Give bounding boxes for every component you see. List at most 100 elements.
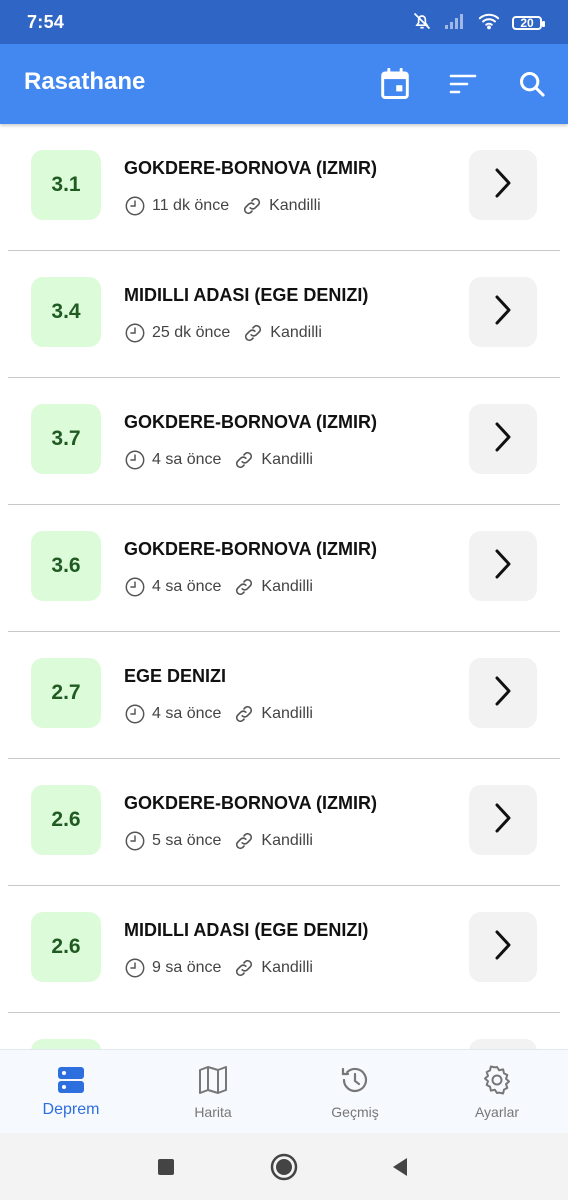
sort-icon[interactable] [445,66,481,102]
gear-icon [481,1064,513,1096]
location-name: GOKDERE-BORNOVA (IZMIR) [124,539,377,559]
app-title: Rasathane [24,68,146,95]
list-item[interactable]: 2.6 GOKDERE-BORNOVA (IZMIR) 5 sa önce Ka… [8,759,560,886]
chevron-right-icon [492,802,514,839]
list-item[interactable]: 3.6 GOKDERE-BORNOVA (IZMIR) 4 sa önce Ka… [8,505,560,632]
chevron-right-icon [492,167,514,204]
chevron-right-icon [492,294,514,331]
time-ago: 11 dk önce [152,197,230,214]
nav-label: Harita [194,1104,232,1120]
source-name: Kandilli [261,578,313,595]
list-item[interactable]: 2.7 EGE DENIZI 4 sa önce Kandilli [8,632,560,759]
time-ago: 25 dk önce [152,324,231,341]
chevron-right-icon [492,548,514,585]
location-name: MIDILLI ADASI (EGE DENIZI) [124,920,369,940]
battery-indicator: 20 [512,16,545,30]
status-time: 7:54 [27,12,65,32]
magnitude-badge: 2.6 [31,785,101,855]
link-icon [233,576,255,598]
home-icon[interactable] [268,1151,300,1183]
time-ago: 9 sa önce [152,959,222,976]
status-bar: 7:54 20 [0,0,568,44]
calendar-icon[interactable] [377,66,413,102]
link-icon [233,449,255,471]
magnitude-badge: 2.6 [31,912,101,982]
clock-icon [124,576,146,598]
system-navigation-bar [0,1133,568,1200]
link-icon [241,195,263,217]
chevron-right-icon [492,675,514,712]
meta-row: 9 sa önce Kandilli [124,957,313,979]
meta-row: 5 sa önce Kandilli [124,830,313,852]
clock-icon [124,449,146,471]
list-item[interactable] [8,1013,560,1050]
location-name: GOKDERE-BORNOVA (IZMIR) [124,158,377,178]
meta-row: 4 sa önce Kandilli [124,703,313,725]
clock-icon [124,957,146,979]
link-icon [233,957,255,979]
time-ago: 4 sa önce [152,451,222,468]
clock-icon [124,322,146,344]
nav-label: Ayarlar [474,1104,520,1120]
signal-icon [444,12,466,35]
magnitude-badge: 3.4 [31,277,101,347]
time-ago: 5 sa önce [152,832,222,849]
location-name: EGE DENIZI [124,666,227,686]
meta-row: 4 sa önce Kandilli [124,576,313,598]
source-name: Kandilli [261,959,313,976]
details-button[interactable] [469,785,537,855]
time-ago: 4 sa önce [152,578,222,595]
details-button[interactable] [469,150,537,220]
meta-row: 25 dk önce Kandilli [124,322,322,344]
details-button[interactable] [469,277,537,347]
chevron-right-icon [492,929,514,966]
bottom-navigation: Deprem Harita Geçmiş Ayarlar [0,1049,568,1134]
meta-row: 11 dk önce Kandilli [124,195,321,217]
source-name: Kandilli [270,324,322,341]
magnitude-badge: 3.7 [31,404,101,474]
history-icon [339,1064,371,1096]
link-icon [242,322,264,344]
source-name: Kandilli [269,197,321,214]
source-name: Kandilli [261,832,313,849]
nav-gecmis[interactable]: Geçmiş [284,1050,426,1134]
list-item[interactable]: 3.4 MIDILLI ADASI (EGE DENIZI) 25 dk önc… [8,251,560,378]
clock-icon [124,195,146,217]
app-bar: Rasathane [0,44,568,124]
wifi-icon [478,12,500,35]
link-icon [233,703,255,725]
status-icons: 20 [412,11,545,36]
magnitude-badge: 3.6 [31,531,101,601]
server-list-icon [55,1064,87,1096]
search-icon[interactable] [514,66,550,102]
details-button[interactable] [469,531,537,601]
nav-label: Geçmiş [331,1104,379,1120]
list-item[interactable]: 3.1 GOKDERE-BORNOVA (IZMIR) 11 dk önce K… [8,124,560,251]
list-item[interactable]: 3.7 GOKDERE-BORNOVA (IZMIR) 4 sa önce Ka… [8,378,560,505]
location-name: MIDILLI ADASI (EGE DENIZI) [124,285,369,305]
magnitude-badge: 3.1 [31,150,101,220]
nav-ayarlar[interactable]: Ayarlar [426,1050,568,1134]
source-name: Kandilli [261,451,313,468]
bell-off-icon [412,11,432,36]
magnitude-badge: 2.7 [31,658,101,728]
recent-apps-icon[interactable] [150,1151,182,1183]
chevron-right-icon [492,421,514,458]
nav-harita[interactable]: Harita [142,1050,284,1134]
nav-deprem[interactable]: Deprem [0,1050,142,1134]
details-button[interactable] [469,912,537,982]
details-button[interactable] [469,658,537,728]
map-icon [197,1064,229,1096]
nav-label: Deprem [42,1101,100,1118]
earthquake-list[interactable]: 3.1 GOKDERE-BORNOVA (IZMIR) 11 dk önce K… [0,124,568,1050]
meta-row: 4 sa önce Kandilli [124,449,313,471]
clock-icon [124,830,146,852]
back-icon[interactable] [384,1151,416,1183]
link-icon [233,830,255,852]
time-ago: 4 sa önce [152,705,222,722]
list-item[interactable]: 2.6 MIDILLI ADASI (EGE DENIZI) 9 sa önce… [8,886,560,1013]
details-button[interactable] [469,404,537,474]
location-name: GOKDERE-BORNOVA (IZMIR) [124,793,377,813]
source-name: Kandilli [261,705,313,722]
clock-icon [124,703,146,725]
